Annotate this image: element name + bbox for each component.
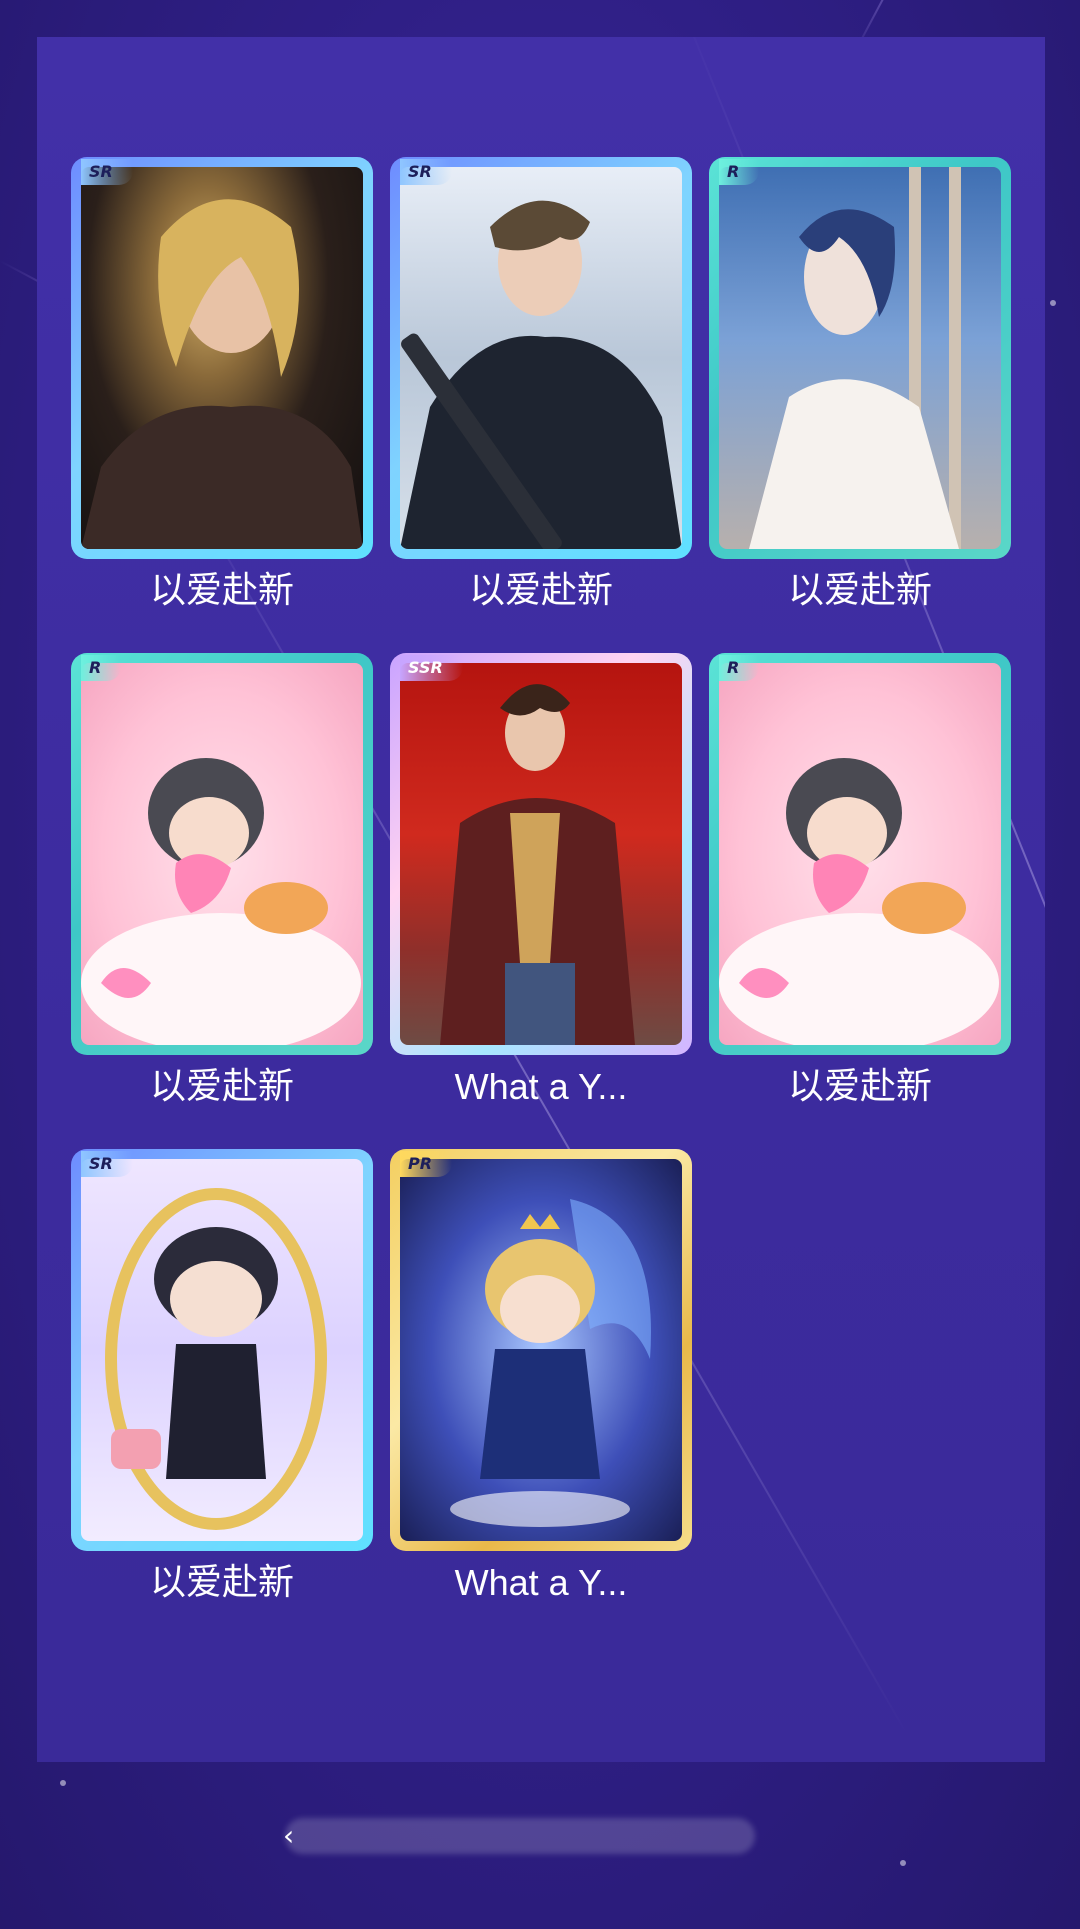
card-title: 以爱赴新 — [149, 570, 294, 611]
card-artwork — [719, 663, 1001, 1045]
card-frame — [71, 157, 373, 559]
card-artwork — [719, 167, 1001, 549]
card-item[interactable]: R 以爱赴新 — [71, 653, 373, 1107]
card-title: 以爱赴新 — [787, 1066, 932, 1107]
card-item[interactable]: SSR What a Y... — [390, 653, 692, 1107]
chevron-left-icon[interactable]: ‹ — [283, 1820, 303, 1852]
sparkle-dot — [60, 1780, 66, 1786]
card-frame — [390, 653, 692, 1055]
card-title: 以爱赴新 — [787, 570, 932, 611]
portrait-illustration — [749, 167, 961, 549]
rarity-badge: R — [719, 159, 760, 185]
rarity-badge: SR — [81, 159, 133, 185]
rarity-badge: SR — [400, 159, 452, 185]
card-frame — [390, 1149, 692, 1551]
rarity-badge: R — [81, 655, 122, 681]
card-item[interactable]: SR 以爱赴新 — [71, 1149, 373, 1603]
chibi-illustration — [105, 1188, 327, 1530]
chibi-illustration — [450, 1199, 651, 1527]
card-title: What a Y... — [454, 1066, 628, 1107]
sparkle-dot — [900, 1860, 906, 1866]
chibi-illustration — [81, 758, 361, 1045]
portrait-illustration — [81, 199, 363, 549]
footer-bar — [285, 1818, 755, 1854]
card-title: 以爱赴新 — [149, 1562, 294, 1603]
card-artwork — [400, 663, 682, 1045]
portrait-illustration — [400, 200, 682, 549]
card-artwork — [81, 167, 363, 549]
card-frame — [71, 1149, 373, 1551]
card-artwork — [400, 167, 682, 549]
card-item[interactable]: SR 以爱赴新 — [390, 157, 692, 611]
card-item[interactable]: PR What a Y... — [390, 1149, 692, 1603]
card-artwork — [81, 663, 363, 1045]
chibi-illustration — [719, 758, 999, 1045]
portrait-illustration — [440, 684, 635, 1045]
card-title: What a Y... — [454, 1562, 628, 1603]
card-frame — [709, 653, 1011, 1055]
rarity-badge: SSR — [400, 655, 463, 681]
card-item[interactable]: SR 以爱赴新 — [71, 157, 373, 611]
card-collection-panel: SR 以爱赴新 SR 以爱赴新 R 以爱赴新 R 以爱赴新 SSR What a… — [37, 37, 1045, 1762]
rarity-badge: R — [719, 655, 760, 681]
card-frame — [390, 157, 692, 559]
card-frame — [71, 653, 373, 1055]
card-title: 以爱赴新 — [468, 570, 613, 611]
card-title: 以爱赴新 — [149, 1066, 294, 1107]
card-item[interactable]: R 以爱赴新 — [709, 157, 1011, 611]
card-frame — [709, 157, 1011, 559]
rarity-badge: PR — [400, 1151, 453, 1177]
card-item[interactable]: R 以爱赴新 — [709, 653, 1011, 1107]
card-artwork — [400, 1159, 682, 1541]
sparkle-dot — [1050, 300, 1056, 306]
rarity-badge: SR — [81, 1151, 133, 1177]
card-artwork — [81, 1159, 363, 1541]
